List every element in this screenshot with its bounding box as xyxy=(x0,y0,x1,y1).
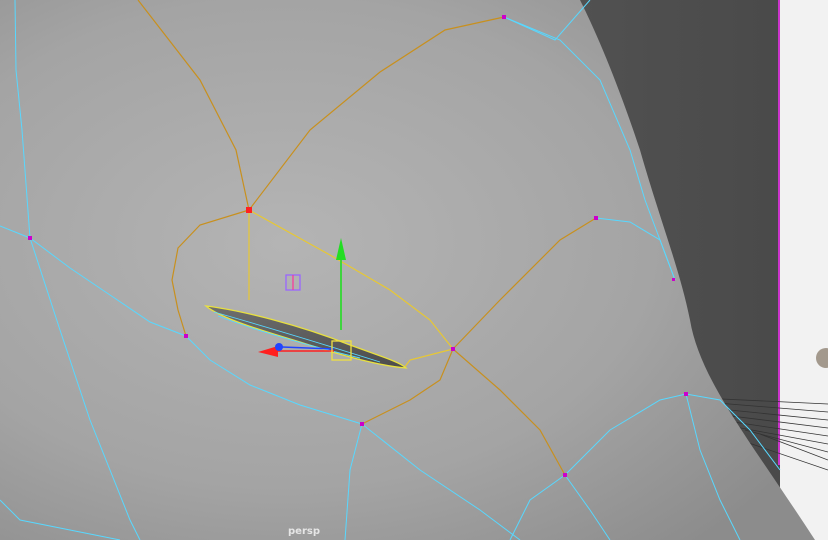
selected-vertex[interactable] xyxy=(246,207,252,213)
background-white-panel xyxy=(780,0,828,540)
manipulator-z-handle[interactable] xyxy=(275,343,283,351)
maya-perspective-viewport[interactable] xyxy=(0,0,828,540)
camera-name-label: persp xyxy=(288,526,320,537)
